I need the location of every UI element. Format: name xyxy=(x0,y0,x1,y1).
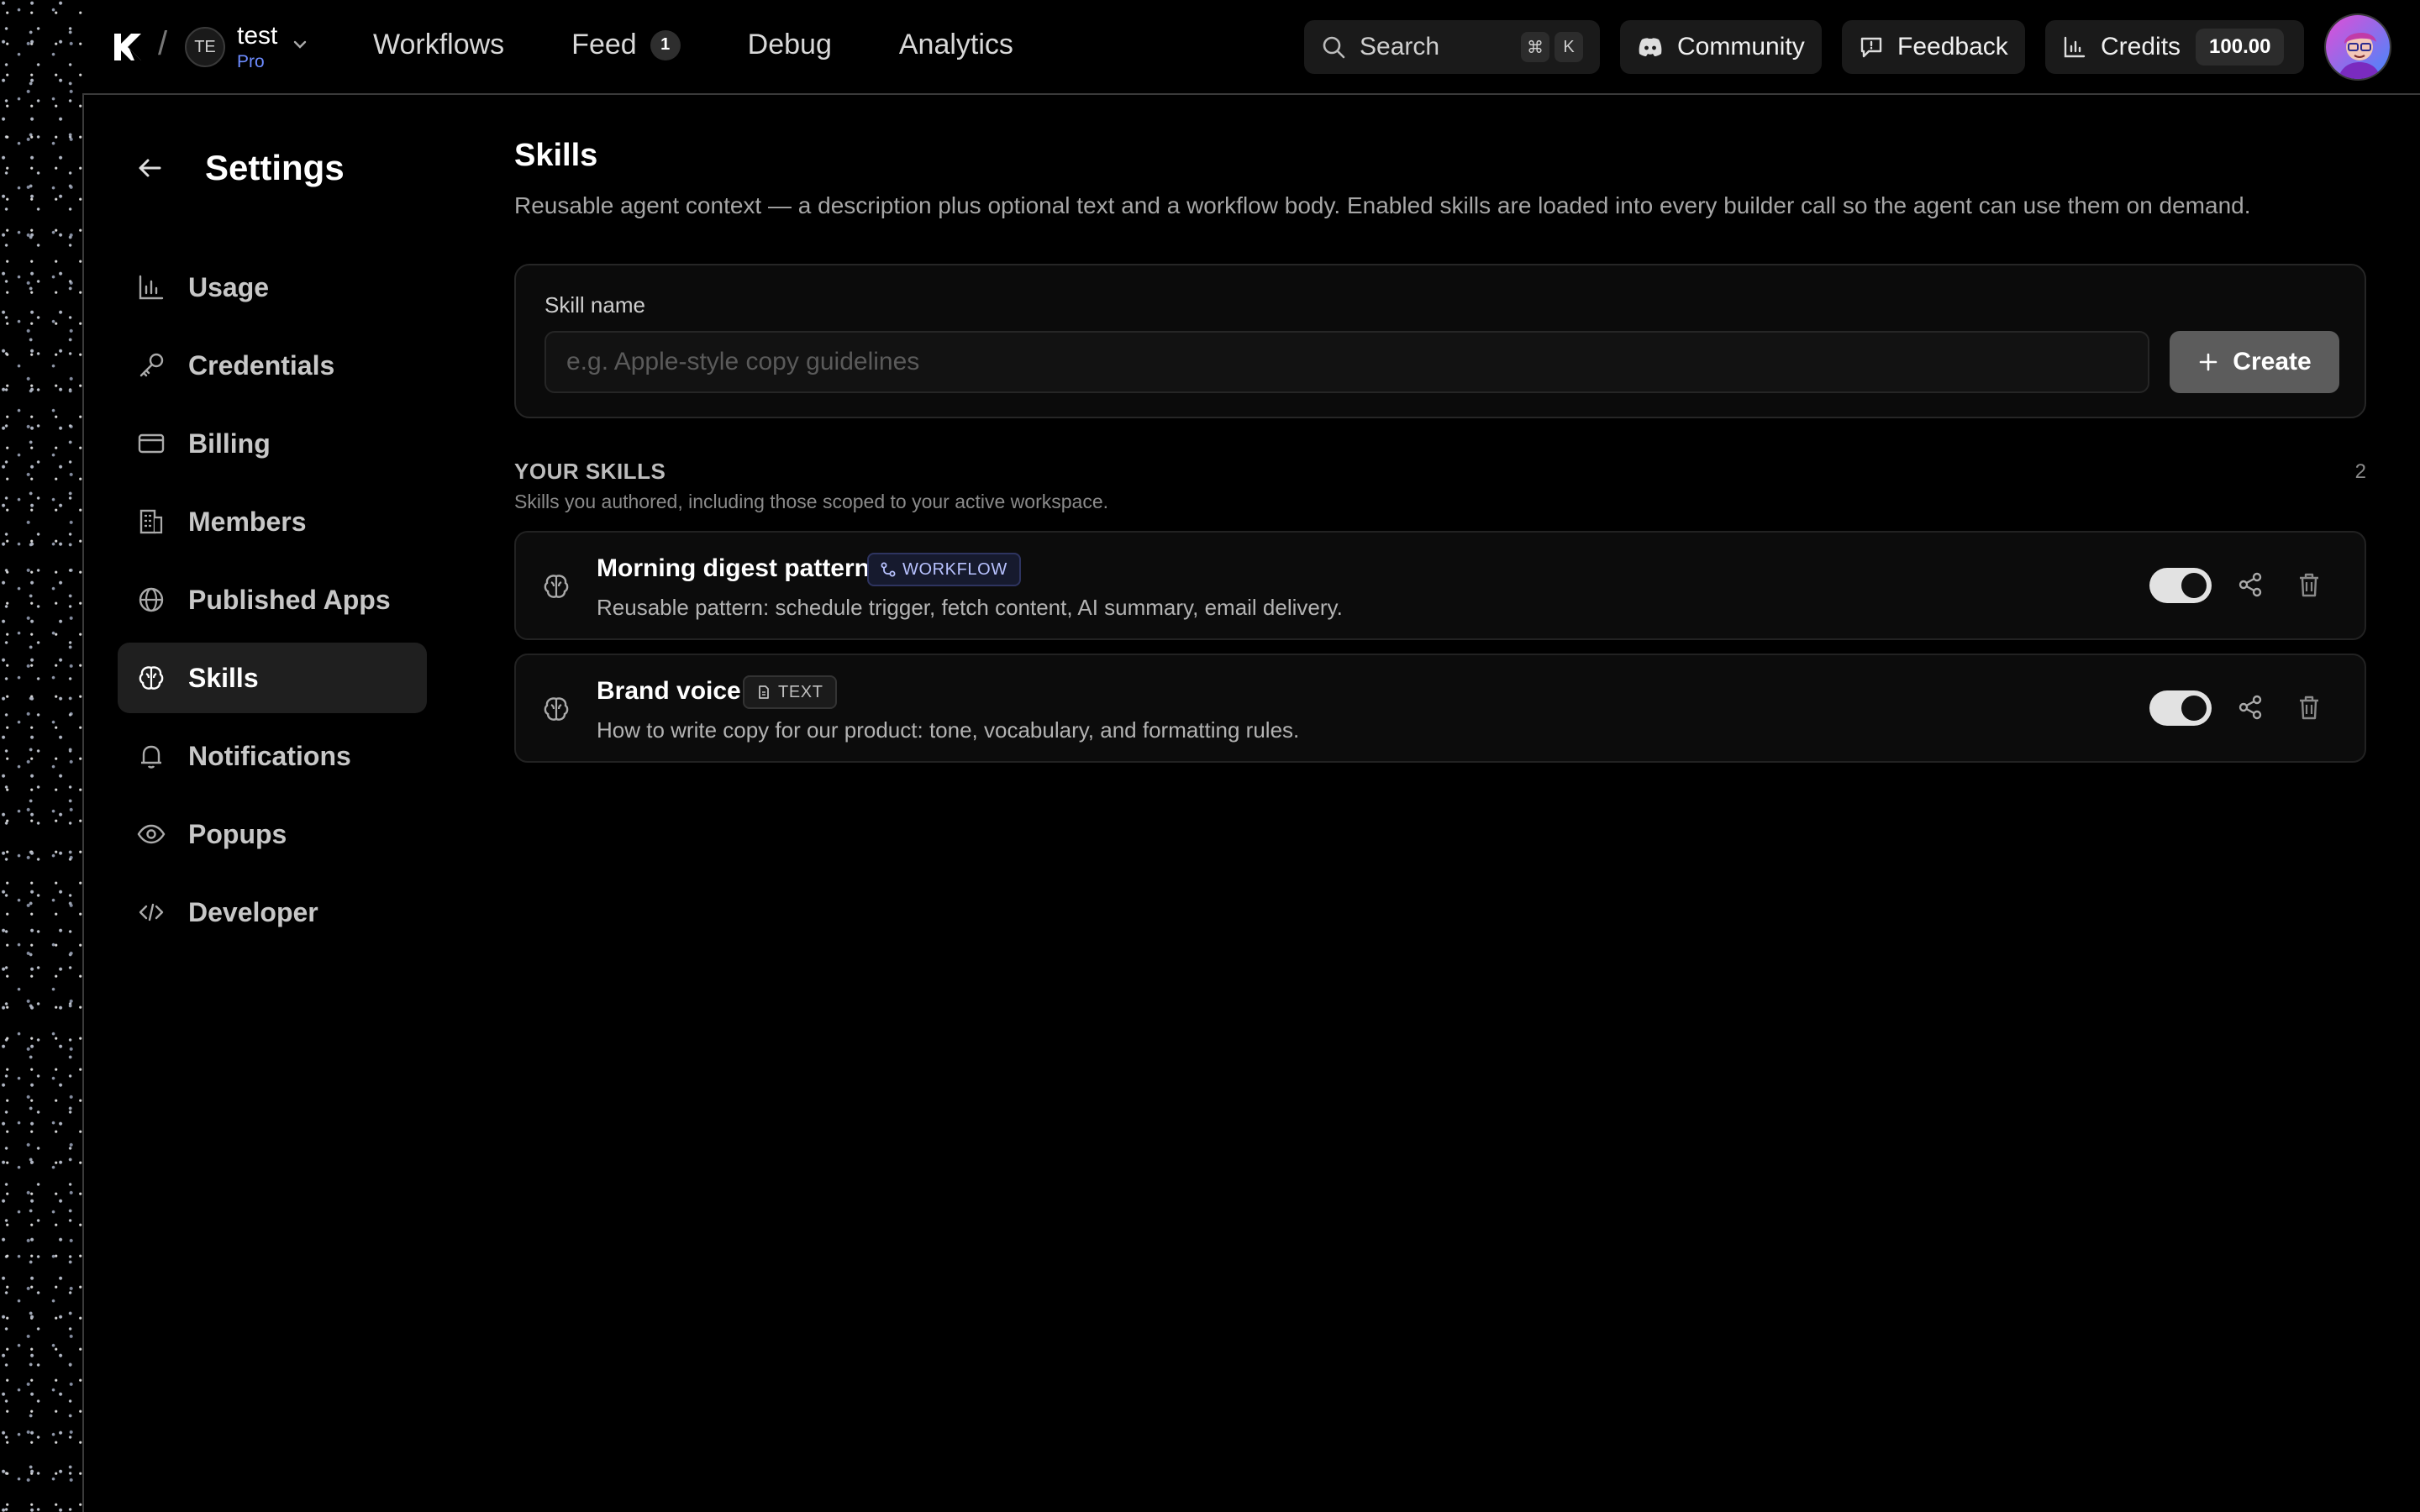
brain-icon xyxy=(544,575,569,598)
credit-card-icon xyxy=(138,433,165,454)
credits-label: Credits xyxy=(2101,33,2181,60)
building-icon xyxy=(139,509,163,534)
credits-button[interactable]: Credits 100.00 xyxy=(2045,20,2304,74)
edge-divider xyxy=(82,94,84,1512)
sidebar-item-members[interactable]: Members xyxy=(118,486,427,557)
app-logo-icon[interactable] xyxy=(111,30,145,64)
skills-page: Skills Reusable agent context — a descri… xyxy=(514,138,2366,763)
user-avatar-illustration xyxy=(2326,15,2390,79)
back-arrow-icon[interactable] xyxy=(133,151,166,185)
discord-icon xyxy=(1639,38,1662,56)
search-icon xyxy=(1323,36,1345,59)
brain-icon xyxy=(544,697,569,721)
bar-chart-icon xyxy=(2064,36,2086,58)
sidebar-item-popups[interactable]: Popups xyxy=(118,799,427,869)
sidebar-item-label: Skills xyxy=(188,662,259,693)
community-button[interactable]: Community xyxy=(1620,20,1822,74)
nav-workflows[interactable]: Workflows xyxy=(373,29,504,61)
skill-type-tag: TEXT xyxy=(743,675,837,709)
workspace-avatar[interactable]: TE xyxy=(185,27,225,67)
credits-value: 100.00 xyxy=(2196,29,2285,66)
code-icon xyxy=(139,903,164,921)
sidebar-item-notifications[interactable]: Notifications xyxy=(118,721,427,791)
search-button[interactable]: Search ⌘ K xyxy=(1304,20,1600,74)
file-text-icon xyxy=(759,685,769,699)
create-skill-button[interactable]: Create xyxy=(2170,331,2339,393)
settings-title: Settings xyxy=(205,148,345,187)
your-skills-subheading: Skills you authored, including those sco… xyxy=(514,491,1109,512)
create-skill-card: Skill name Create xyxy=(514,264,2366,418)
breadcrumb-separator: / xyxy=(158,25,168,62)
skill-description: How to write copy for our product: tone,… xyxy=(597,717,1300,743)
sidebar-item-label: Usage xyxy=(188,271,270,302)
page-description: Reusable agent context — a description p… xyxy=(514,192,2251,218)
feedback-label: Feedback xyxy=(1897,33,2008,60)
nav-debug[interactable]: Debug xyxy=(748,29,832,61)
page-title: Skills xyxy=(514,138,598,173)
nav-analytics[interactable]: Analytics xyxy=(899,29,1013,61)
globe-icon xyxy=(139,587,164,612)
sidebar-item-skills[interactable]: Skills xyxy=(118,643,427,713)
trash-icon[interactable] xyxy=(2294,570,2324,600)
top-bar: / TE test Pro Workflows Feed 1 Debug Ana… xyxy=(82,0,2420,95)
sidebar-item-billing[interactable]: Billing xyxy=(118,408,427,479)
skill-tag-label: WORKFLOW xyxy=(902,559,1007,579)
search-label: Search xyxy=(1360,33,1440,60)
skill-row[interactable]: Brand voice TEXT How to write copy for o… xyxy=(514,654,2366,763)
skill-name: Morning digest pattern xyxy=(597,554,870,582)
skill-name-input[interactable] xyxy=(544,331,2149,393)
nav-feed-label: Feed xyxy=(571,29,637,60)
sidebar-item-label: Notifications xyxy=(188,740,351,771)
key-icon xyxy=(139,353,164,377)
feed-count-badge: 1 xyxy=(650,29,681,60)
eye-icon xyxy=(137,824,166,844)
brain-icon xyxy=(139,666,164,690)
chevron-down-icon[interactable] xyxy=(291,35,309,54)
share-icon[interactable] xyxy=(2235,570,2265,600)
nav-feed[interactable]: Feed 1 xyxy=(571,29,681,61)
skill-tag-label: TEXT xyxy=(778,682,823,701)
settings-sidebar: Usage Credentials Billing Members Publis… xyxy=(118,252,427,955)
sidebar-item-developer[interactable]: Developer xyxy=(118,877,427,948)
skill-name: Brand voice xyxy=(597,677,741,705)
sidebar-item-label: Popups xyxy=(188,818,287,849)
sidebar-item-label: Developer xyxy=(188,896,318,927)
user-avatar[interactable] xyxy=(2324,13,2391,81)
create-button-label: Create xyxy=(2233,348,2312,375)
feedback-button[interactable]: Feedback xyxy=(1842,20,2025,74)
plus-icon xyxy=(2199,353,2217,371)
bar-chart-icon xyxy=(139,275,164,300)
nav-workflows-label: Workflows xyxy=(373,29,505,60)
message-square-icon xyxy=(1860,37,1882,58)
shortcut-mod-key: ⌘ xyxy=(1521,32,1549,62)
your-skills-heading: YOUR SKILLS xyxy=(514,459,666,484)
sidebar-item-label: Members xyxy=(188,506,307,537)
sidebar-item-published-apps[interactable]: Published Apps xyxy=(118,564,427,635)
main-nav: Workflows Feed 1 Debug Analytics xyxy=(373,29,1013,61)
sidebar-item-label: Published Apps xyxy=(188,584,391,615)
sidebar-item-usage[interactable]: Usage xyxy=(118,252,427,323)
skill-type-tag: WORKFLOW xyxy=(867,553,1021,586)
bell-icon xyxy=(141,745,161,769)
workspace-name[interactable]: test xyxy=(237,22,277,50)
sidebar-item-credentials[interactable]: Credentials xyxy=(118,330,427,401)
skill-name-label: Skill name xyxy=(544,292,645,318)
skill-enabled-toggle[interactable] xyxy=(2149,690,2212,726)
sidebar-item-label: Credentials xyxy=(188,349,335,381)
trash-icon[interactable] xyxy=(2294,692,2324,722)
share-icon[interactable] xyxy=(2235,692,2265,722)
nav-debug-label: Debug xyxy=(747,29,832,60)
workflow-icon xyxy=(881,562,896,577)
your-skills-count: 2 xyxy=(2354,460,2366,483)
skill-description: Reusable pattern: schedule trigger, fetc… xyxy=(597,595,1343,620)
nav-analytics-label: Analytics xyxy=(898,29,1013,60)
workspace-plan: Pro xyxy=(237,52,265,71)
skill-enabled-toggle[interactable] xyxy=(2149,568,2212,603)
shortcut-k-key: K xyxy=(1555,32,1583,62)
skill-row[interactable]: Morning digest pattern WORKFLOW Reusable… xyxy=(514,531,2366,640)
community-label: Community xyxy=(1677,33,1805,60)
sidebar-item-label: Billing xyxy=(188,428,271,459)
starfield-decoration xyxy=(0,0,82,1512)
